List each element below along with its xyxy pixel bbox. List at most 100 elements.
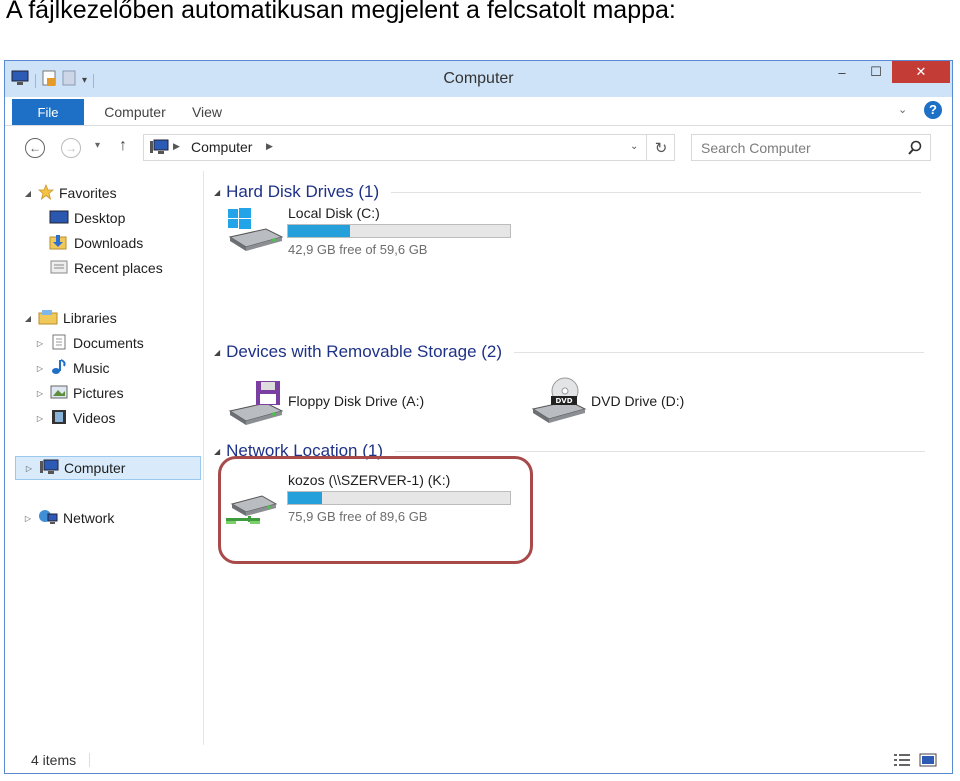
sidebar-item-videos[interactable]: ▷ Videos xyxy=(35,406,116,430)
recent-locations-icon[interactable]: ▾ xyxy=(95,140,100,151)
sidebar-item-label: Computer xyxy=(64,460,126,476)
sidebar-item-network[interactable]: ▷ Network xyxy=(23,506,114,530)
downloads-folder-icon xyxy=(49,234,69,253)
search-icon[interactable] xyxy=(907,140,923,161)
sidebar-item-label: Pictures xyxy=(73,385,124,401)
group-title: Hard Disk Drives (1) xyxy=(226,182,380,201)
group-divider xyxy=(391,191,922,193)
maximize-button[interactable]: ☐ xyxy=(862,61,890,83)
sidebar-item-label: Music xyxy=(73,360,110,376)
refresh-icon[interactable]: ↻ xyxy=(646,135,675,160)
drive-dvd-d[interactable]: DVD DVD Drive (D:) xyxy=(529,375,779,445)
sidebar-item-label: Network xyxy=(63,510,115,526)
forward-button[interactable]: → xyxy=(61,138,81,158)
expand-arrow-icon[interactable]: ▷ xyxy=(35,414,45,423)
network-icon xyxy=(38,509,58,528)
navigation-pane: ◢ Favorites Desktop Downloads Recent pla… xyxy=(5,171,204,745)
status-separator xyxy=(89,753,90,767)
collapse-arrow-icon[interactable]: ◢ xyxy=(214,447,220,456)
collapse-arrow-icon[interactable]: ◢ xyxy=(23,189,33,198)
sidebar-item-label: Videos xyxy=(73,410,116,426)
navigation-bar: ← → ▾ ↑ ▶ Computer ▶ ⌄ ↻ xyxy=(5,126,952,170)
sidebar-item-libraries[interactable]: ◢ Libraries xyxy=(23,306,117,330)
ribbon: File Computer View ⌄ ? xyxy=(5,97,952,126)
title-bar: ▾ Computer – ☐ ✕ xyxy=(5,61,952,97)
help-icon[interactable]: ? xyxy=(924,101,942,119)
star-icon xyxy=(37,183,55,203)
drive-name: Local Disk (C:) xyxy=(288,205,380,221)
computer-icon xyxy=(149,139,169,158)
floppy-drive-icon xyxy=(226,381,284,432)
tab-file[interactable]: File xyxy=(12,99,84,125)
large-icons-view-icon[interactable] xyxy=(919,753,937,772)
breadcrumb-separator-icon[interactable]: ▶ xyxy=(173,141,180,152)
sidebar-item-documents[interactable]: ▷ Documents xyxy=(35,331,144,355)
drive-floppy-a[interactable]: Floppy Disk Drive (A:) xyxy=(226,379,476,449)
sidebar-item-favorites[interactable]: ◢ Favorites xyxy=(23,181,117,205)
group-title: Devices with Removable Storage (2) xyxy=(226,342,503,361)
collapse-arrow-icon[interactable]: ◢ xyxy=(23,314,33,323)
tab-computer[interactable]: Computer xyxy=(93,101,177,123)
music-note-icon xyxy=(50,358,68,378)
windows-drive-icon xyxy=(226,207,284,258)
details-view-icon[interactable] xyxy=(893,753,911,772)
group-header-hard-disk-drives[interactable]: ◢ Hard Disk Drives (1) xyxy=(214,181,922,203)
sidebar-item-pictures[interactable]: ▷ Pictures xyxy=(35,381,124,405)
libraries-icon xyxy=(38,309,58,328)
collapse-arrow-icon[interactable]: ◢ xyxy=(214,348,220,357)
expand-arrow-icon[interactable]: ▷ xyxy=(35,364,45,373)
expand-ribbon-icon[interactable]: ⌄ xyxy=(898,103,907,116)
collapse-arrow-icon[interactable]: ◢ xyxy=(214,188,220,197)
sidebar-item-recent-places[interactable]: Recent places xyxy=(49,256,163,280)
sidebar-item-label: Recent places xyxy=(74,260,163,276)
tab-view[interactable]: View xyxy=(185,101,229,123)
content-pane: ◢ Hard Disk Drives (1) Local Disk (C:) 4… xyxy=(204,171,948,745)
group-divider xyxy=(395,450,925,452)
dvd-drive-icon: DVD xyxy=(529,377,587,428)
item-count: 4 items xyxy=(31,752,77,768)
address-dropdown-icon[interactable]: ⌄ xyxy=(630,141,638,152)
breadcrumb-separator-icon[interactable]: ▶ xyxy=(266,141,273,152)
breadcrumb-computer[interactable]: Computer xyxy=(191,139,252,155)
sidebar-item-label: Documents xyxy=(73,335,144,351)
explorer-window: ▾ Computer – ☐ ✕ File Computer View ⌄ ? … xyxy=(4,60,953,774)
drive-name: DVD Drive (D:) xyxy=(591,393,685,409)
film-strip-icon xyxy=(50,409,68,428)
window-title: Computer xyxy=(443,70,514,87)
minimize-button[interactable]: – xyxy=(828,61,856,83)
drive-local-disk-c-visible[interactable]: Local Disk (C:) 42,9 GB free of 59,6 GB xyxy=(226,205,526,275)
sidebar-item-label: Libraries xyxy=(63,310,117,326)
drive-name: Floppy Disk Drive (A:) xyxy=(288,393,425,409)
documents-icon xyxy=(50,334,68,353)
search-input[interactable] xyxy=(692,135,901,160)
drive-usage-bar xyxy=(287,224,511,238)
back-button[interactable]: ← xyxy=(25,138,45,158)
sidebar-item-label: Desktop xyxy=(74,210,126,226)
group-header-removable-storage[interactable]: ◢ Devices with Removable Storage (2) xyxy=(214,341,925,363)
expand-arrow-icon[interactable]: ▷ xyxy=(35,339,45,348)
sidebar-item-downloads[interactable]: Downloads xyxy=(49,231,143,255)
status-bar: 4 items xyxy=(5,747,952,773)
pictures-icon xyxy=(50,384,68,403)
svg-text:DVD: DVD xyxy=(555,397,572,405)
caption-text: A fájlkezelőben automatikusan megjelent … xyxy=(6,0,676,24)
drive-free-space: 42,9 GB free of 59,6 GB xyxy=(288,242,428,257)
sidebar-item-desktop[interactable]: Desktop xyxy=(49,206,125,230)
expand-arrow-icon[interactable]: ▷ xyxy=(35,389,45,398)
address-bar[interactable]: ▶ Computer ▶ ⌄ ↻ xyxy=(143,134,675,161)
expand-arrow-icon[interactable]: ▷ xyxy=(23,514,33,523)
annotation-highlight-frame xyxy=(218,456,533,564)
drive-tile-c[interactable] xyxy=(226,275,526,345)
search-box[interactable] xyxy=(691,134,931,161)
sidebar-item-label: Favorites xyxy=(59,185,117,201)
desktop-icon xyxy=(49,210,69,227)
up-arrow-icon[interactable]: ↑ xyxy=(119,137,127,155)
recent-places-icon xyxy=(49,259,69,278)
sidebar-item-music[interactable]: ▷ Music xyxy=(35,356,110,380)
close-button[interactable]: ✕ xyxy=(892,61,950,83)
sidebar-item-computer[interactable]: ▷ Computer xyxy=(15,456,201,480)
computer-icon xyxy=(39,459,59,478)
drive-usage-fill xyxy=(288,225,351,237)
group-divider xyxy=(514,351,925,353)
expand-arrow-icon[interactable]: ▷ xyxy=(24,464,34,473)
